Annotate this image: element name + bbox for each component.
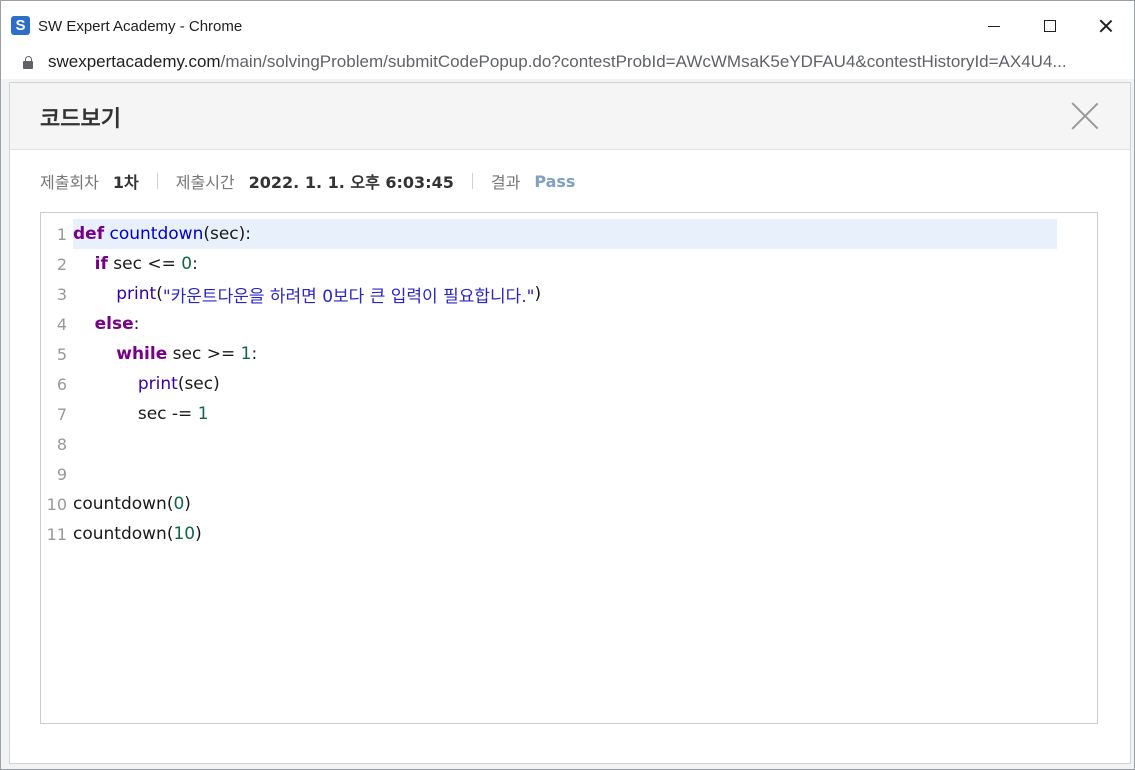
line-number: 2 bbox=[56, 254, 67, 274]
code-token: 1 bbox=[197, 404, 209, 424]
line-number: 11 bbox=[46, 524, 67, 544]
line-number: 10 bbox=[46, 494, 67, 514]
code-token: sec >= bbox=[167, 344, 241, 364]
code-line[interactable]: 10 countdown(0) bbox=[41, 489, 1057, 519]
line-number: 8 bbox=[56, 434, 67, 454]
result-label: 결과 bbox=[490, 173, 521, 192]
line-number: 3 bbox=[56, 284, 67, 304]
submit-count-value: 1차 bbox=[112, 173, 139, 192]
code-token: 1 bbox=[240, 344, 252, 364]
popup-title: 코드보기 bbox=[40, 107, 121, 132]
code-line[interactable]: 2 if sec <= 0: bbox=[41, 249, 1057, 279]
code-token: print bbox=[137, 374, 178, 394]
line-number: 5 bbox=[56, 344, 67, 364]
code-token: def bbox=[73, 224, 105, 244]
code-token: ) bbox=[534, 284, 542, 304]
code-line[interactable]: 1 def countdown (sec): bbox=[57, 219, 1057, 249]
code-line[interactable]: 11 countdown(10) bbox=[41, 519, 1057, 549]
code-token: 0 bbox=[173, 494, 185, 514]
maximize-button[interactable] bbox=[1027, 11, 1073, 41]
code-token: else bbox=[94, 314, 134, 334]
url-host: swexpertacademy.com bbox=[48, 52, 221, 71]
minimize-button[interactable] bbox=[971, 11, 1017, 41]
code-token: sec <= bbox=[107, 254, 182, 274]
url-text[interactable]: swexpertacademy.com/main/solvingProblem/… bbox=[48, 52, 1067, 72]
code-token: countdown( bbox=[73, 494, 174, 514]
line-number: 4 bbox=[56, 314, 67, 334]
meta-divider bbox=[156, 173, 158, 189]
window-title: SW Expert Academy - Chrome bbox=[38, 18, 243, 35]
line-number: 7 bbox=[56, 404, 67, 424]
code-token: 0 bbox=[181, 254, 193, 274]
code-token: countdown( bbox=[73, 524, 174, 544]
popup-header: 코드보기 bbox=[10, 83, 1130, 150]
meta-divider bbox=[471, 173, 473, 189]
code-line[interactable]: 6 print (sec) bbox=[41, 369, 1057, 399]
code-line[interactable]: 3 print("카운트다운을 하려면 0보다 큰 입력이 필요합니다.") bbox=[41, 279, 1057, 309]
line-number: 6 bbox=[56, 374, 67, 394]
code-token: : bbox=[192, 254, 198, 274]
code-token: (sec): bbox=[203, 224, 252, 244]
browser-window: S SW Expert Academy - Chrome swexpertaca… bbox=[0, 0, 1135, 770]
code-line[interactable]: 8 bbox=[41, 429, 1057, 459]
submit-time-label: 제출시간 bbox=[175, 173, 235, 192]
app-logo-icon: S bbox=[11, 16, 30, 35]
code-viewer[interactable]: 1 def countdown (sec): 2 if sec <= 0:3 prin… bbox=[40, 212, 1098, 724]
code-token: ) bbox=[184, 494, 191, 514]
url-path: /main/solvingProblem/submitCodePopup.do?… bbox=[220, 52, 1067, 71]
submission-meta: 제출회차 1차 제출시간 2022. 1. 1. 오후 6:03:45 결과 P… bbox=[40, 169, 575, 193]
code-token: (sec) bbox=[177, 374, 220, 394]
code-line[interactable]: 9 bbox=[41, 459, 1057, 489]
code-token: if bbox=[94, 254, 108, 274]
code-token: sec -= bbox=[73, 404, 198, 424]
maximize-icon bbox=[1044, 20, 1056, 32]
line-number: 9 bbox=[56, 464, 67, 484]
result-value: Pass bbox=[534, 171, 576, 191]
address-bar[interactable]: swexpertacademy.com/main/solvingProblem/… bbox=[1, 47, 1134, 79]
code-token: ( bbox=[156, 284, 163, 304]
line-number: 1 bbox=[56, 224, 67, 244]
popup-close-icon[interactable] bbox=[1070, 101, 1100, 131]
code-token: ) bbox=[195, 524, 202, 544]
submit-time-value: 2022. 1. 1. 오후 6:03:45 bbox=[248, 173, 454, 192]
title-bar: S SW Expert Academy - Chrome bbox=[1, 1, 1134, 47]
code-token: while bbox=[116, 344, 168, 364]
code-line[interactable]: 7 sec -= 1 bbox=[41, 399, 1057, 429]
window-close-button[interactable] bbox=[1083, 11, 1129, 41]
code-token: : bbox=[251, 344, 258, 364]
lock-icon[interactable] bbox=[23, 56, 33, 69]
code-token: 10 bbox=[173, 524, 196, 544]
code-view-popup: 코드보기 제출회차 1차 제출시간 2022. 1. 1. 오후 6:03:45… bbox=[9, 82, 1131, 764]
minimize-icon bbox=[988, 25, 1000, 27]
code-token: : bbox=[133, 314, 140, 334]
submit-count-label: 제출회차 bbox=[40, 173, 99, 192]
code-line[interactable]: 4 else: bbox=[41, 309, 1057, 339]
code-token: "카운트다운을 하려면 0보다 큰 입력이 필요합니다." bbox=[162, 286, 535, 307]
code-line[interactable]: 5 while sec >= 1: bbox=[41, 339, 1057, 369]
code-token: countdown bbox=[109, 224, 204, 244]
close-icon bbox=[1099, 19, 1113, 33]
code-token: print bbox=[116, 284, 157, 304]
